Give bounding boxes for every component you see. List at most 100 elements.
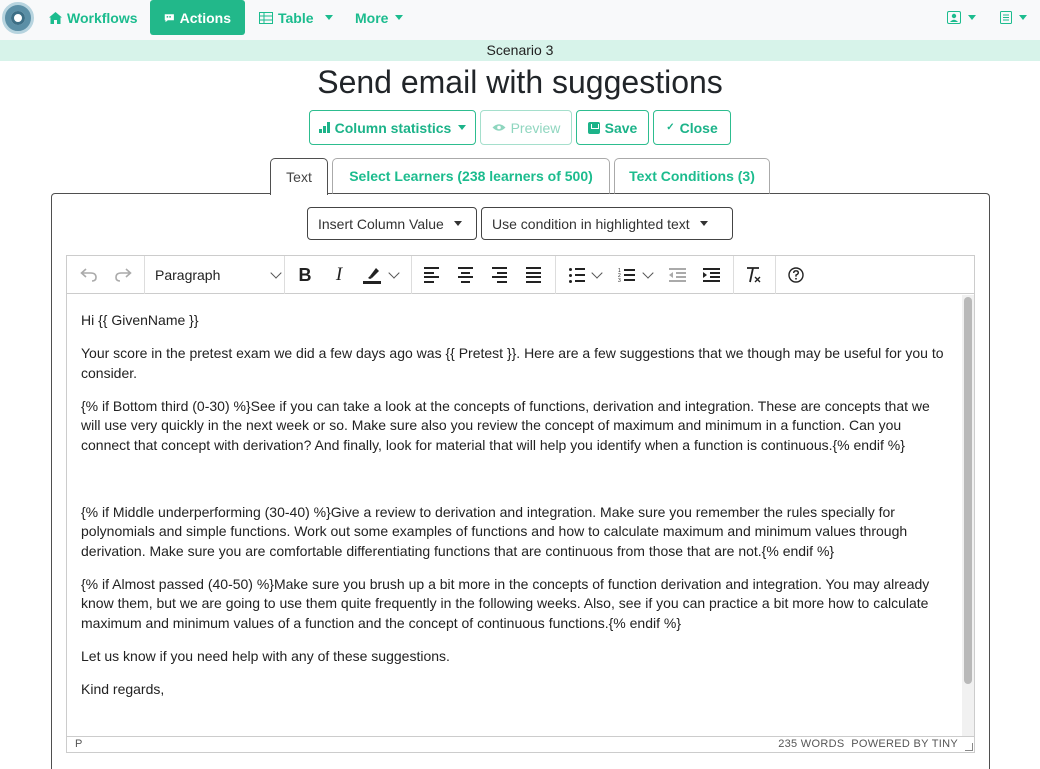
app-logo[interactable]: [2, 2, 34, 34]
paragraph: {% if Bottom third (0-30) %}See if you c…: [81, 397, 930, 453]
rich-text-editor: Paragraph B I 123 Hi {{GivenName}} You…: [66, 255, 975, 753]
editor-toolbar: Paragraph B I 123: [67, 256, 974, 294]
svg-text:3: 3: [618, 278, 621, 283]
tab-text[interactable]: Text: [270, 158, 328, 195]
redo-button[interactable]: [109, 260, 137, 290]
paragraph: {% if Middle underperforming (30-40) %}G…: [81, 503, 908, 559]
check-icon: ✓: [666, 122, 675, 133]
chevron-down-icon: [591, 267, 603, 279]
insert-column-value-dropdown[interactable]: Insert Column Value: [307, 207, 477, 240]
outdent-icon: [668, 268, 686, 282]
nav-actions-label: Actions: [179, 9, 231, 26]
chevron-down-icon: [453, 221, 462, 226]
preview-label: Preview: [510, 119, 561, 136]
highlight-color-button[interactable]: [359, 260, 401, 290]
close-label: Close: [679, 119, 718, 136]
toolbar-separator: [733, 256, 734, 294]
redo-icon: [115, 268, 132, 282]
nav-table[interactable]: Table: [259, 0, 333, 35]
bar-chart-icon: [318, 122, 330, 133]
bullet-list-icon: [569, 267, 585, 283]
undo-button[interactable]: [75, 260, 103, 290]
toolbar-separator: [555, 256, 556, 294]
comment-icon: [164, 13, 174, 22]
align-justify-button[interactable]: [519, 260, 547, 290]
undo-icon: [80, 268, 97, 282]
toolbar-separator: [411, 256, 412, 294]
bold-icon: B: [298, 264, 312, 285]
table-icon: [259, 11, 273, 24]
numbered-list-icon: 123: [618, 268, 635, 283]
column-statistics-button[interactable]: Column statistics: [309, 110, 476, 145]
chevron-down-icon: [388, 267, 400, 279]
user-menu[interactable]: [947, 0, 976, 35]
close-button[interactable]: ✓ Close: [653, 110, 731, 145]
highlighter-icon: [363, 268, 381, 284]
indent-icon: [702, 268, 720, 282]
paragraph: {% if Almost passed (40-50) %}Make sure …: [81, 575, 930, 631]
toolbar-separator: [144, 256, 145, 294]
clear-formatting-icon: [747, 267, 761, 283]
resize-handle-icon[interactable]: [965, 743, 973, 751]
editor-content[interactable]: Hi {{ GivenName }} Your score in the pre…: [67, 295, 962, 736]
book-icon: [1000, 11, 1012, 24]
column-statistics-label: Column statistics: [334, 119, 452, 136]
scrollbar-thumb[interactable]: [964, 297, 972, 684]
tab-text-conditions-label: Text Conditions (3): [629, 168, 755, 184]
preview-button[interactable]: Preview: [480, 110, 572, 145]
scenario-banner: Scenario 3: [0, 40, 1040, 61]
chevron-down-icon: [1019, 15, 1027, 20]
chevron-down-icon: [458, 125, 467, 130]
bold-button[interactable]: B: [291, 260, 319, 290]
home-icon: [49, 11, 62, 24]
use-condition-dropdown[interactable]: Use condition in highlighted text: [481, 207, 733, 240]
align-center-icon: [457, 267, 473, 283]
tab-text-conditions[interactable]: Text Conditions (3): [614, 158, 770, 194]
paragraph: Kind regards,: [81, 680, 165, 697]
block-format-select[interactable]: Paragraph: [155, 260, 282, 290]
word-count[interactable]: 235 WORDS POWERED BY TINY: [778, 738, 958, 750]
page-title: Send email with suggestions: [317, 64, 723, 100]
docs-menu[interactable]: [1000, 0, 1027, 35]
empty-paragraph: [81, 469, 948, 503]
align-center-button[interactable]: [451, 260, 479, 290]
eye-icon: [492, 124, 506, 131]
nav-workflows[interactable]: Workflows: [49, 0, 138, 35]
nav-more-label: More: [355, 9, 389, 26]
paragraph: Let us know if you need help with any of…: [81, 647, 450, 664]
help-button[interactable]: [781, 260, 811, 290]
element-path[interactable]: P: [75, 738, 82, 750]
align-left-button[interactable]: [417, 260, 445, 290]
align-left-icon: [423, 267, 439, 283]
paragraph: Hi {{ GivenName }}: [81, 312, 199, 328]
italic-button[interactable]: I: [325, 260, 353, 290]
block-format-label: Paragraph: [155, 267, 221, 283]
user-icon: [947, 11, 961, 24]
nav-workflows-label: Workflows: [67, 9, 138, 26]
numbered-list-button[interactable]: 123: [613, 260, 657, 290]
align-right-icon: [491, 267, 507, 283]
align-justify-icon: [525, 267, 541, 283]
toolbar-separator: [775, 256, 776, 294]
indent-button[interactable]: [697, 260, 725, 290]
outdent-button[interactable]: [663, 260, 691, 290]
clear-formatting-button[interactable]: [739, 260, 767, 290]
insert-column-value-label: Insert Column Value: [318, 215, 444, 232]
use-condition-label: Use condition in highlighted text: [492, 215, 690, 232]
save-icon: [587, 121, 600, 134]
tab-select-learners-label: Select Learners (238 learners of 500): [349, 168, 593, 184]
powered-by-link[interactable]: POWERED BY TINY: [851, 738, 958, 750]
nav-more[interactable]: More: [355, 0, 404, 35]
chevron-down-icon: [968, 15, 976, 20]
chevron-down-icon: [270, 267, 282, 279]
save-button[interactable]: Save: [576, 110, 649, 145]
editor-scrollbar[interactable]: [962, 295, 974, 736]
align-right-button[interactable]: [485, 260, 513, 290]
chevron-down-icon: [395, 15, 404, 20]
bullet-list-button[interactable]: [563, 260, 607, 290]
nav-actions[interactable]: Actions: [150, 0, 245, 35]
tab-select-learners[interactable]: Select Learners (238 learners of 500): [332, 158, 610, 194]
help-icon: [788, 267, 804, 283]
chevron-down-icon: [642, 267, 654, 279]
italic-icon: I: [335, 264, 343, 285]
